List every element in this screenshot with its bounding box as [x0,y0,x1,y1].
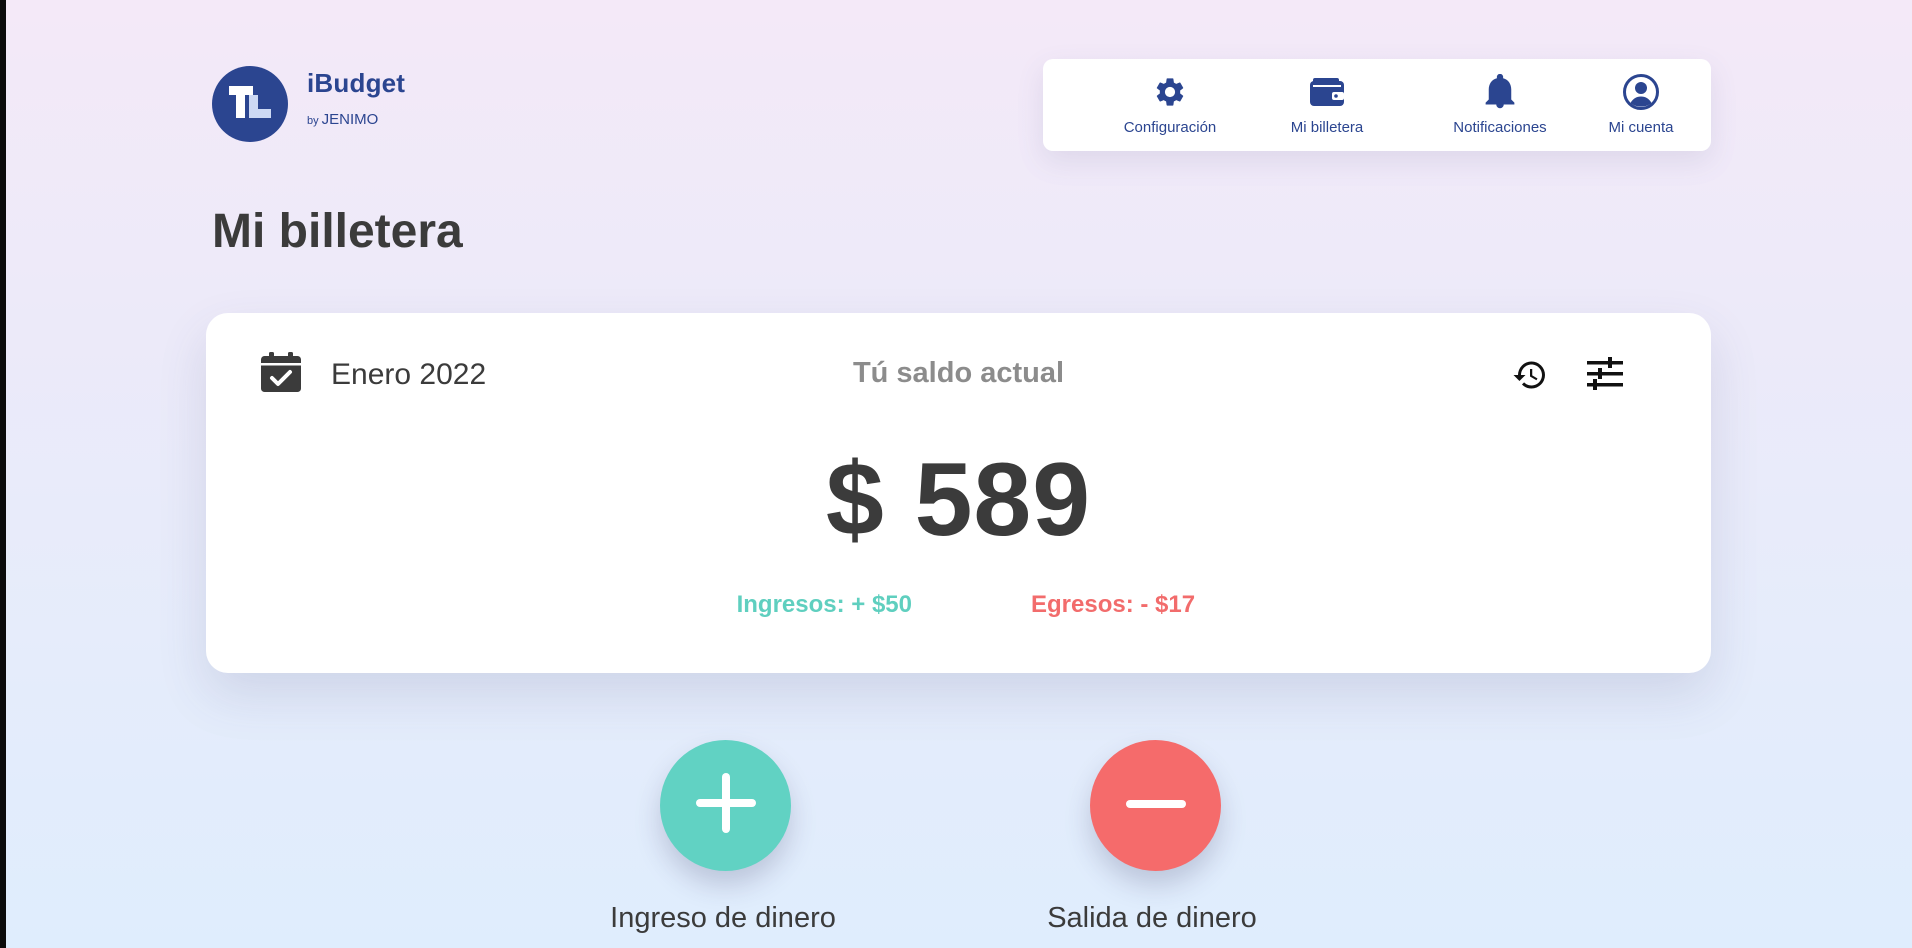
nav-label: Mi cuenta [1608,119,1674,136]
brand-logo[interactable]: iBudget by JENIMO [212,66,405,142]
balance-caption: Tú saldo actual [852,357,1065,389]
window-edge [0,0,6,948]
income-summary: Ingresos: + $50 [736,591,912,618]
add-expense-button[interactable] [1090,740,1221,871]
add-income-label: Ingreso de dinero [610,902,836,934]
filter-button[interactable] [1586,357,1624,396]
nav-item-mi-billetera[interactable]: Mi billetera [1262,59,1392,151]
history-button[interactable] [1512,357,1548,398]
plus-icon [693,770,759,841]
filter-sliders-icon [1586,357,1624,395]
add-income-button[interactable] [660,740,791,871]
minus-icon [1123,797,1189,815]
page-title: Mi billetera [212,205,463,258]
nav-item-notificaciones[interactable]: Notificaciones [1425,59,1575,151]
nav-label: Notificaciones [1453,119,1547,136]
history-icon [1512,361,1548,397]
gear-icon [1153,73,1187,111]
logo-badge [212,66,288,142]
nav-label: Mi billetera [1290,119,1364,136]
add-expense-label: Salida de dinero [1047,902,1257,934]
account-icon [1622,73,1660,111]
wallet-card: Enero 2022 Tú saldo actual $ 589 Ingreso… [206,313,1711,673]
nav-item-mi-cuenta[interactable]: Mi cuenta [1586,59,1696,151]
nav-label: Configuración [1123,119,1217,136]
wallet-icon [1309,73,1345,111]
bell-icon [1485,73,1515,111]
nav-item-configuracion[interactable]: Configuración [1097,59,1243,151]
brand-by: by [307,115,319,127]
brand-name: iBudget [307,68,406,98]
brand-maker-name: JENIMO [321,111,379,128]
balance-amount: $ 589 [825,442,1092,558]
expense-summary: Egresos: - $17 [1031,591,1196,618]
brand-maker: by JENIMO [307,111,405,128]
top-nav: Configuración Mi billetera Notificacione… [1043,59,1711,151]
